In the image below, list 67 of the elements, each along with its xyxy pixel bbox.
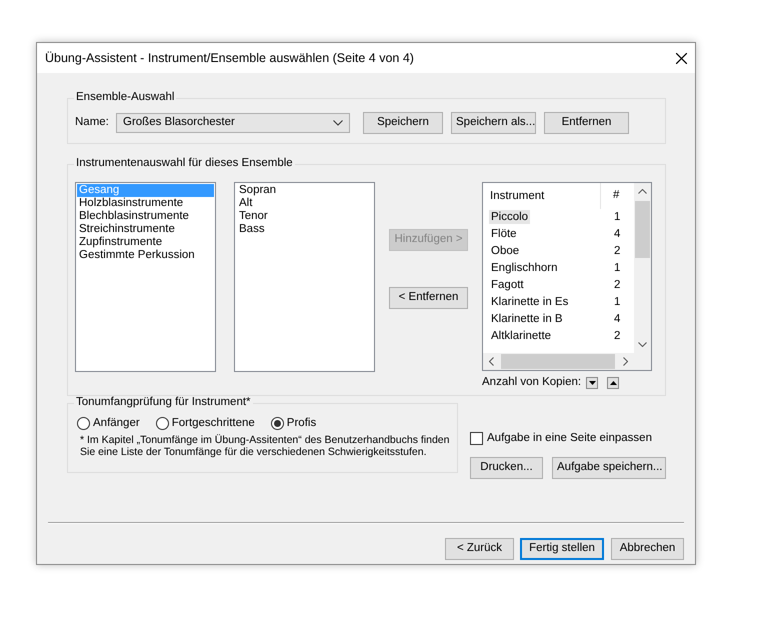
checkbox[interactable] xyxy=(470,432,483,446)
radio-label[interactable]: Anfänger xyxy=(93,417,140,431)
table-cell-text: 4 xyxy=(613,228,620,242)
decrease-button[interactable] xyxy=(586,376,598,389)
group-title: Tonumfangprüfung für Instrument* xyxy=(74,396,253,410)
remove-button[interactable]: < Entfernen xyxy=(389,287,468,309)
list-item[interactable]: Holzblasinstrumente xyxy=(77,197,214,210)
table-cell-text: Klarinette in B xyxy=(490,312,564,326)
radio-button[interactable] xyxy=(77,417,90,430)
table-cell-text: 4 xyxy=(613,312,620,326)
checkbox-label[interactable]: Aufgabe in eine Seite einpassen xyxy=(487,432,652,446)
vertical-scrollbar[interactable] xyxy=(634,183,651,354)
table-cell-text: 1 xyxy=(613,296,620,310)
table-cell-text: 2 xyxy=(613,244,620,258)
table-cell-text: Flöte xyxy=(490,226,518,241)
list-item[interactable]: Blechblasinstrumente xyxy=(77,210,214,223)
column-header[interactable]: # xyxy=(601,189,620,203)
list-item[interactable]: Zupfinstrumente xyxy=(77,236,214,249)
table-cell-text: Oboe xyxy=(490,244,520,258)
chevron-down-icon[interactable] xyxy=(638,342,647,347)
scrollbar-thumb[interactable] xyxy=(501,354,615,369)
column-header[interactable]: Instrument xyxy=(483,183,601,209)
table-cell: Piccolo xyxy=(489,210,530,224)
field-label: Name: xyxy=(75,116,110,130)
radio-label[interactable]: Fortgeschrittene xyxy=(172,417,255,431)
radio-label[interactable]: Profis xyxy=(286,417,316,431)
ensemble-action-button[interactable]: Entfernen xyxy=(544,112,629,134)
table-cell-text: 2 xyxy=(613,330,620,344)
footer-button[interactable]: Fertig stellen xyxy=(520,538,604,560)
ensemble-action-button[interactable]: Speichern xyxy=(363,112,443,134)
list-item[interactable]: Streichinstrumente xyxy=(77,223,214,236)
increase-button[interactable] xyxy=(607,376,620,389)
save-task-button[interactable]: Aufgabe speichern... xyxy=(552,456,666,479)
instrument-list[interactable]: Sopran Alt Tenor Bass xyxy=(234,182,375,372)
chevron-left-icon[interactable] xyxy=(489,357,494,366)
window-title: Übung-Assistent - Instrument/Ensemble auswählen (Seite 4 von 4) xyxy=(45,50,414,66)
table-cell-text: 2 xyxy=(613,278,620,292)
table-cell-text: Altklarinette xyxy=(490,328,552,343)
family-list[interactable]: Gesang Holzblasinstrumente Blechblasinstrumente Streichinstrumente Zupfinstrumente Gestimmte Perkussion xyxy=(75,182,216,372)
ensemble-dropdown[interactable]: Großes Blasorchester xyxy=(116,113,350,133)
list-item[interactable]: Alt xyxy=(237,197,372,210)
list-item[interactable]: Bass xyxy=(237,223,372,236)
chevron-right-icon[interactable] xyxy=(623,357,628,366)
list-item[interactable]: Gestimmte Perkussion xyxy=(77,249,214,262)
list-item[interactable]: Tenor xyxy=(237,210,372,223)
triangle-up-icon xyxy=(610,380,617,385)
radio-button[interactable] xyxy=(270,417,284,430)
table-cell-text: Fagott xyxy=(490,278,525,292)
chevron-down-icon xyxy=(333,120,343,126)
triangle-down-icon xyxy=(588,380,596,385)
chevron-up-icon[interactable] xyxy=(638,189,647,194)
ensemble-list[interactable]: Instrument # Piccolo 1 Flöte 4 Oboe 2 Englischhorn 1 Fagott 2 Klarinette in Es 1 Klarinette in B 4 Altklarinette 2 xyxy=(482,182,652,371)
horizontal-scrollbar[interactable] xyxy=(483,353,651,370)
ensemble-action-button[interactable]: Speichern als... xyxy=(451,112,536,134)
scrollbar-thumb[interactable] xyxy=(635,201,650,258)
footer-button[interactable]: Abbrechen xyxy=(611,538,684,560)
footer-button[interactable]: < Zurück xyxy=(445,538,514,560)
table-cell-text: Englischhorn xyxy=(490,260,558,275)
close-icon[interactable] xyxy=(676,52,687,64)
table-cell-text: Klarinette in Es xyxy=(490,294,570,309)
table-cell-text: 1 xyxy=(613,210,620,224)
radio-button[interactable] xyxy=(156,417,169,430)
copies-label: Anzahl von Kopien: xyxy=(482,376,582,390)
list-item[interactable]: Sopran xyxy=(237,184,372,197)
print-button[interactable]: Drucken... xyxy=(470,456,543,479)
footnote-text: * Im Kapitel „Tonumfänge im Übung-Assitenten“ des Benutzerhandbuchs finden Sie eine Liste der Tonumfänge für die verschiedenen Schwierigkeitsstufen. xyxy=(80,434,450,458)
table-cell-text: 1 xyxy=(613,262,620,276)
